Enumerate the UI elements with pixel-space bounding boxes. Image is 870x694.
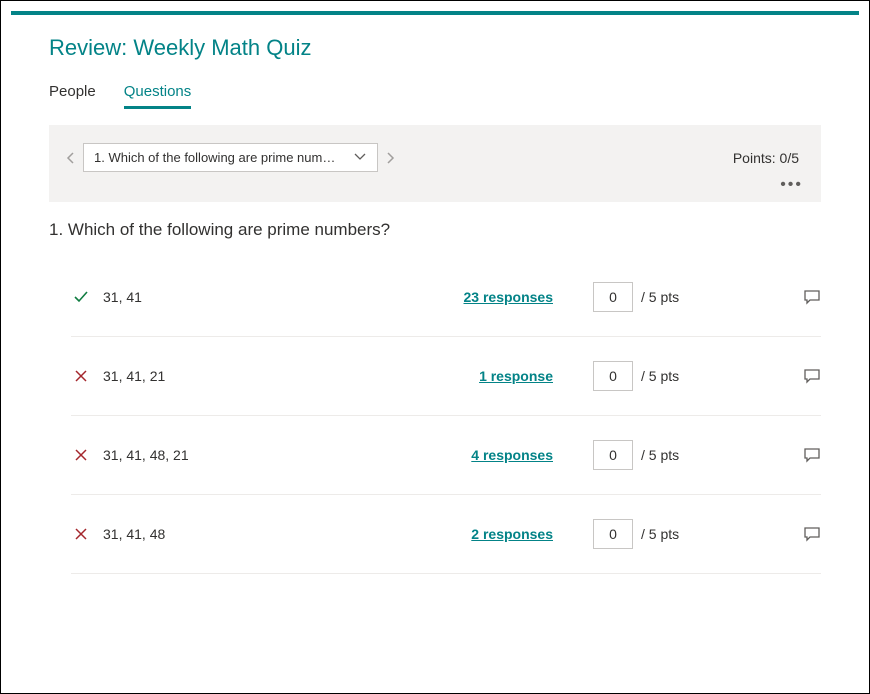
check-icon (71, 290, 91, 304)
answer-text: 31, 41 (103, 289, 433, 305)
answer-row: 31, 41, 48, 21 4 responses / 5 pts (71, 416, 821, 495)
question-selector-label: 1. Which of the following are prime num… (94, 150, 335, 165)
tab-questions[interactable]: Questions (124, 83, 192, 109)
comment-icon[interactable] (803, 526, 821, 542)
responses-link[interactable]: 2 responses (433, 526, 553, 542)
comment-icon[interactable] (803, 289, 821, 305)
comment-icon[interactable] (803, 447, 821, 463)
x-icon (71, 527, 91, 541)
answer-row: 31, 41, 21 1 response / 5 pts (71, 337, 821, 416)
points-suffix: / 5 pts (641, 368, 679, 384)
points-input[interactable] (593, 440, 633, 470)
responses-link[interactable]: 1 response (433, 368, 553, 384)
prev-question-button[interactable] (65, 151, 77, 165)
answer-row: 31, 41 23 responses / 5 pts (71, 258, 821, 337)
x-icon (71, 369, 91, 383)
responses-link[interactable]: 23 responses (433, 289, 553, 305)
points-input[interactable] (593, 519, 633, 549)
answer-text: 31, 41, 48, 21 (103, 447, 433, 463)
points-summary: Points: 0/5 (733, 150, 799, 166)
answer-text: 31, 41, 21 (103, 368, 433, 384)
points-input[interactable] (593, 282, 633, 312)
chevron-down-icon (353, 150, 367, 165)
answers-list: 31, 41 23 responses / 5 pts 31, 41, 21 1… (49, 258, 821, 574)
question-title: 1. Which of the following are prime numb… (49, 220, 821, 240)
points-input[interactable] (593, 361, 633, 391)
points-suffix: / 5 pts (641, 447, 679, 463)
points-suffix: / 5 pts (641, 526, 679, 542)
tab-people[interactable]: People (49, 83, 96, 109)
more-options-button[interactable]: ••• (780, 176, 803, 194)
responses-link[interactable]: 4 responses (433, 447, 553, 463)
next-question-button[interactable] (384, 151, 396, 165)
question-selector[interactable]: 1. Which of the following are prime num… (83, 143, 378, 172)
x-icon (71, 448, 91, 462)
points-suffix: / 5 pts (641, 289, 679, 305)
answer-text: 31, 41, 48 (103, 526, 433, 542)
page-title: Review: Weekly Math Quiz (49, 35, 821, 61)
tabs: People Questions (49, 83, 821, 109)
answer-row: 31, 41, 48 2 responses / 5 pts (71, 495, 821, 574)
comment-icon[interactable] (803, 368, 821, 384)
question-toolbar: 1. Which of the following are prime num…… (49, 125, 821, 202)
